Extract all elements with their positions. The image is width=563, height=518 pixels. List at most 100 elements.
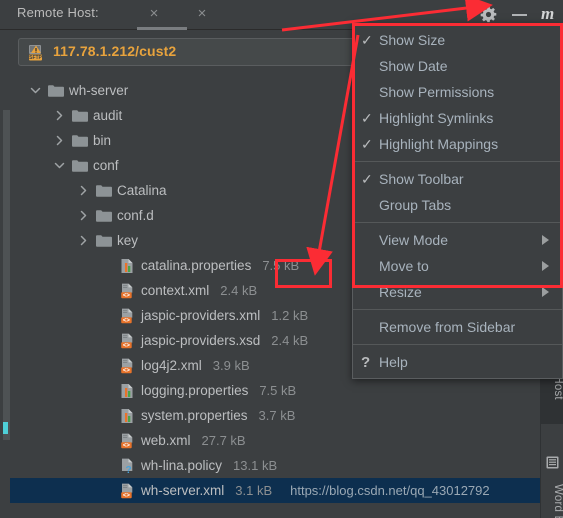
menu-item-label: Help xyxy=(379,354,408,370)
xml-icon: <> xyxy=(119,433,137,449)
sidebar-tab-word-book[interactable]: Word Book xyxy=(541,482,563,518)
submenu-arrow-icon xyxy=(542,261,549,271)
settings-popup-menu[interactable]: ✓ Show Size Show Date Show Permissions ✓ High… xyxy=(352,23,563,379)
menu-item-label: Highlight Mappings xyxy=(379,136,499,152)
tree-row[interactable]: <> wh-server.xml 3.1 kB https://blog.csdn.n… xyxy=(10,478,563,503)
tree-row[interactable]: ? wh-lina.policy 13.1 kB xyxy=(10,453,563,478)
menu-item[interactable]: Move to xyxy=(353,253,562,279)
svg-text:<>: <> xyxy=(123,442,131,448)
folder-icon xyxy=(71,158,89,174)
chevron-right-icon[interactable] xyxy=(53,109,66,122)
tree-item-name: wh-server xyxy=(69,83,129,98)
tab-active-underline xyxy=(137,27,187,30)
check-icon: ✓ xyxy=(361,136,373,152)
menu-item[interactable]: Resize xyxy=(353,279,562,305)
submenu-arrow-icon xyxy=(542,235,549,245)
svg-text:?: ? xyxy=(125,465,131,474)
tree-item-size: 7.5 kB xyxy=(259,383,297,398)
menu-item[interactable]: ? Help xyxy=(353,349,562,375)
menu-separator xyxy=(353,344,562,345)
submenu-arrow-icon xyxy=(542,287,549,297)
folder-icon xyxy=(95,233,113,249)
tree-item-name: catalina.properties xyxy=(141,258,252,273)
menu-item-label: Move to xyxy=(379,258,429,274)
remote-host-tool-window: Remote Host: × × m SFTP 117.78.1.212/cus… xyxy=(0,0,563,518)
xml-icon: <> xyxy=(119,308,137,324)
folder-icon xyxy=(71,133,89,149)
tree-item-name: jaspic-providers.xml xyxy=(141,308,261,323)
folder-icon xyxy=(47,83,65,99)
tree-item-name: key xyxy=(117,233,139,248)
menu-item[interactable]: Show Permissions xyxy=(353,79,562,105)
menu-item[interactable]: Remove from Sidebar xyxy=(353,314,562,340)
properties-icon xyxy=(119,408,137,424)
properties-icon xyxy=(119,383,137,399)
tree-item-name: audit xyxy=(93,108,123,123)
tree-item-name: Catalina xyxy=(117,183,167,198)
menu-item[interactable]: ✓ Show Size xyxy=(353,27,562,53)
menu-item[interactable]: View Mode xyxy=(353,227,562,253)
chevron-down-icon[interactable] xyxy=(53,159,66,172)
sftp-warning-icon: SFTP xyxy=(27,43,46,62)
minimize-icon[interactable] xyxy=(510,5,529,24)
tree-item-name: jaspic-providers.xsd xyxy=(141,333,261,348)
svg-text:<>: <> xyxy=(123,292,131,298)
tab-close-button-2[interactable]: × xyxy=(194,6,210,22)
tree-item-name: wh-server.xml xyxy=(141,483,225,498)
tree-item-size: 27.7 kB xyxy=(201,433,246,448)
svg-text:SFTP: SFTP xyxy=(29,55,42,61)
menu-item[interactable]: ✓ Highlight Symlinks xyxy=(353,105,562,131)
menu-item[interactable]: ✓ Highlight Mappings xyxy=(353,131,562,157)
properties-icon xyxy=(119,258,137,274)
tree-row[interactable]: system.properties 3.7 kB xyxy=(10,403,563,428)
xml-icon: <> xyxy=(119,283,137,299)
host-path-value: 117.78.1.212/cust2 xyxy=(53,43,177,59)
menu-item-label: View Mode xyxy=(379,232,449,248)
chevron-right-icon[interactable] xyxy=(77,234,90,247)
tree-item-name: web.xml xyxy=(141,433,191,448)
chevron-right-icon[interactable] xyxy=(53,134,66,147)
menu-item[interactable]: Group Tabs xyxy=(353,192,562,218)
check-icon: ✓ xyxy=(361,32,373,48)
tree-item-size: 13.1 kB xyxy=(233,458,278,473)
menu-item[interactable]: ✓ Show Toolbar xyxy=(353,166,562,192)
folder-icon xyxy=(95,208,113,224)
tree-row[interactable]: logging.properties 7.5 kB xyxy=(10,378,563,403)
chevron-down-icon[interactable] xyxy=(29,84,42,97)
tree-item-size: 1.2 kB xyxy=(271,308,309,323)
menu-item-label: Show Date xyxy=(379,58,448,74)
tree-item-size: 2.4 kB xyxy=(271,333,309,348)
svg-text:<>: <> xyxy=(123,367,131,373)
check-icon: ✓ xyxy=(361,110,373,126)
menu-item[interactable]: Show Date xyxy=(353,53,562,79)
menu-item-label: Highlight Symlinks xyxy=(379,110,494,126)
gear-icon[interactable] xyxy=(479,5,498,24)
tree-item-name: log4j2.xml xyxy=(141,358,202,373)
tree-row[interactable]: <> web.xml 27.7 kB xyxy=(10,428,563,453)
tree-item-name: system.properties xyxy=(141,408,248,423)
menu-item-label: Group Tabs xyxy=(379,197,452,213)
menu-item-label: Show Permissions xyxy=(379,84,495,100)
m-letter-label: m xyxy=(541,4,555,23)
scrollbar-thumb[interactable] xyxy=(3,110,10,440)
help-icon: ? xyxy=(361,353,371,371)
check-icon: ✓ xyxy=(361,171,373,187)
chevron-right-icon[interactable] xyxy=(77,209,90,222)
book-icon[interactable] xyxy=(545,455,560,470)
folder-icon xyxy=(71,108,89,124)
tab-close-button-1[interactable]: × xyxy=(146,6,162,22)
unknown-icon: ? xyxy=(119,458,137,474)
tree-item-name: wh-lina.policy xyxy=(141,458,223,473)
gutter-marker xyxy=(3,422,8,434)
menu-separator xyxy=(353,309,562,310)
svg-text:<>: <> xyxy=(123,317,131,323)
chevron-right-icon[interactable] xyxy=(77,184,90,197)
